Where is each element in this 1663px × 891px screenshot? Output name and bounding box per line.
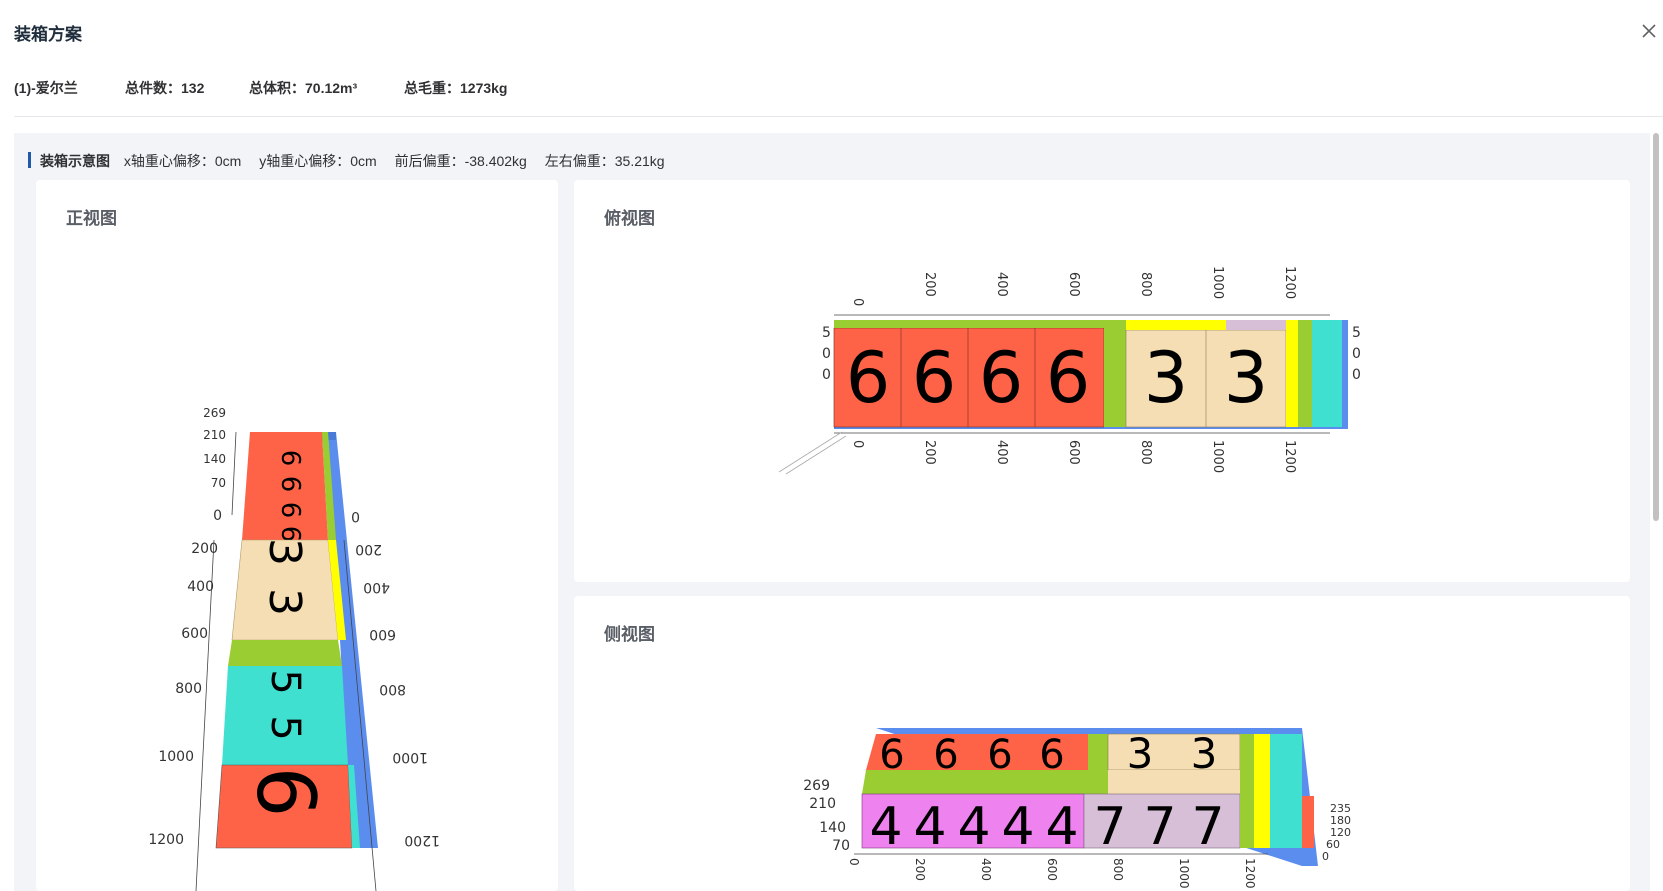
box-3: 3 [1224,337,1269,419]
length-tick: 1000 [1210,440,1225,473]
length-tick: 0 [847,858,861,866]
width-tick: 0 [822,367,831,383]
box-4: 4 [869,797,902,857]
total-volume: 总体积：70.12m³ [249,80,358,96]
box-4: 4 [913,797,946,857]
top-view-card: 俯视图 6 6 6 6 3 3 0 200 400 600 800 1000 1… [574,180,1630,582]
length-tick: 1000 [1177,858,1191,889]
width-tick: 0 [1352,346,1361,362]
box-6: 6 [912,337,957,419]
box-7: 7 [1191,797,1224,857]
height-tick-right: 180 [1330,814,1351,827]
length-tick: 600 [1066,440,1081,465]
length-tick: 1200 [1282,266,1297,299]
length-tick: 400 [994,440,1009,465]
section-marker [28,152,31,168]
length-tick-mirror: 600 [369,626,396,642]
top-view-render[interactable]: 6 6 6 6 3 3 0 200 400 600 800 1000 1200 … [574,180,1630,582]
diagram-stats: 装箱示意图 x轴重心偏移：0cm y轴重心偏移：0cm 前后偏重：-38.402… [40,151,679,171]
height-tick-right: 0 [1322,850,1329,863]
box-7: 7 [1143,797,1176,857]
length-tick: 0 [850,440,865,448]
container-name: (1)-爱尔兰 [14,80,78,96]
front-back-bias: 前后偏重：-38.402kg [394,153,527,169]
close-icon[interactable] [1640,22,1658,40]
y-center-offset: y轴重心偏移：0cm [259,153,377,169]
box-4: 4 [1001,797,1034,857]
box-4: 4 [957,797,990,857]
box-6: 6 [275,450,305,467]
height-tick: 210 [203,428,226,442]
side-view-render[interactable]: 6 6 6 6 3 3 4 4 4 4 4 7 7 7 0 200 400 60… [574,596,1630,891]
length-tick: 1200 [1243,858,1257,889]
length-tick: 0 [213,508,222,524]
length-tick: 600 [1066,272,1081,297]
length-tick: 800 [1138,272,1153,297]
total-gross-weight: 总毛重：1273kg [404,80,508,96]
length-tick-mirror: 800 [379,681,406,697]
length-tick-mirror: 1000 [392,749,428,765]
length-tick: 200 [922,272,937,297]
box-5: 5 [262,715,308,740]
height-tick: 269 [803,778,830,794]
height-tick: 140 [203,452,226,466]
height-tick: 70 [832,838,850,854]
length-tick-mirror: 200 [355,541,382,557]
height-tick: 140 [819,820,846,836]
length-tick: 400 [994,272,1009,297]
box-6: 6 [846,337,891,419]
length-tick: 1200 [1282,440,1297,473]
length-tick-mirror: 0 [351,508,360,524]
box-5: 5 [262,669,308,694]
x-center-offset: x轴重心偏移：0cm [123,153,242,169]
total-pieces: 总件数：132 [125,80,205,96]
length-tick: 600 [1045,858,1059,881]
box-3: 3 [259,538,310,566]
length-tick-mirror: 1200 [404,832,440,848]
box-4: 4 [1045,797,1078,857]
width-tick: 5 [822,325,831,341]
length-tick: 800 [175,681,202,697]
height-tick-right: 235 [1330,802,1351,815]
box-6: 6 [275,476,305,493]
length-tick: 400 [187,579,214,595]
front-view-render[interactable]: 6 6 6 6 3 3 5 5 6 70 140 210 269 0 200 4… [36,180,558,891]
divider [14,116,1663,117]
length-tick-mirror: 400 [363,579,390,595]
length-tick: 800 [1138,440,1153,465]
front-view-card: 正视图 6 6 6 6 3 3 5 5 6 70 140 210 269 0 2… [36,180,558,891]
length-tick: 400 [979,858,993,881]
height-tick: 70 [211,476,226,490]
length-tick: 200 [913,858,927,881]
length-tick: 800 [1111,858,1125,881]
box-3: 3 [1144,337,1189,419]
length-tick: 200 [191,541,218,557]
box-6: 6 [239,767,332,818]
width-tick: 5 [1352,325,1361,341]
section-title: 装箱示意图 [40,153,110,169]
box-7: 7 [1093,797,1126,857]
height-tick-right: 60 [1326,838,1340,851]
box-6: 6 [275,502,305,519]
height-tick: 210 [809,796,836,812]
height-tick-right: 120 [1330,826,1351,839]
box-6: 6 [1046,337,1091,419]
length-tick: 600 [181,626,208,642]
length-tick: 1000 [1210,266,1225,299]
height-tick: 269 [203,406,226,420]
length-tick: 1000 [158,749,194,765]
width-tick: 0 [822,346,831,362]
width-tick: 0 [1352,367,1361,383]
side-view-card: 侧视图 6 6 6 6 3 3 4 4 4 4 4 7 7 7 0 200 40… [574,596,1630,891]
length-tick: 1200 [148,832,184,848]
length-tick: 0 [850,298,865,306]
length-tick: 200 [922,440,937,465]
scrollbar-thumb[interactable] [1653,133,1659,521]
left-right-bias: 左右偏重：35.21kg [544,153,665,169]
box-6: 6 [979,337,1024,419]
box-3: 3 [259,588,310,616]
modal-title: 装箱方案 [14,25,82,44]
